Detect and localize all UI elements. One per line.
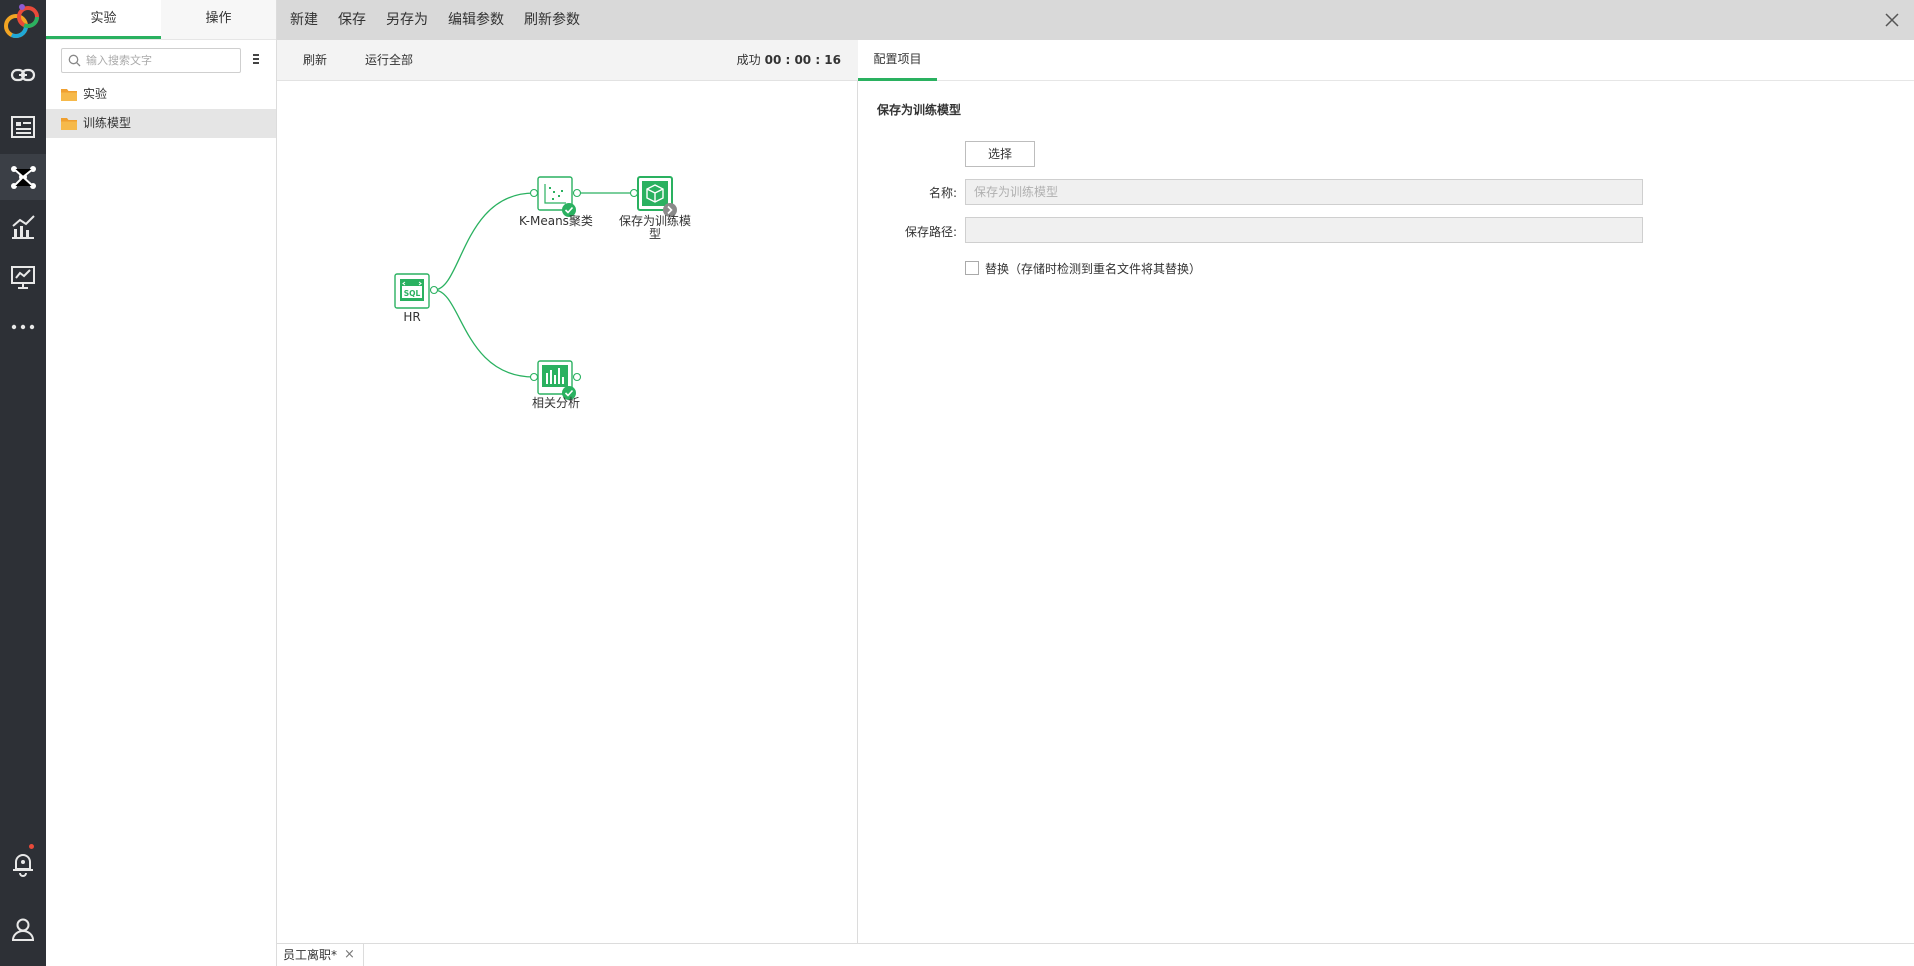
menu-save-as[interactable]: 另存为 (386, 0, 428, 40)
bar-chart-icon (542, 365, 568, 387)
folder-icon (61, 118, 77, 130)
link-icon[interactable] (0, 52, 46, 98)
more-icon[interactable] (0, 304, 46, 350)
run-all-button[interactable]: 运行全部 (365, 40, 413, 80)
flow-node-label-kmeans: K-Means聚类 (519, 214, 593, 228)
experiment-tree-panel: 实验 操作 实验 训练模型 (46, 0, 277, 966)
presentation-icon[interactable] (0, 254, 46, 300)
document-tab-label: 员工离职* (283, 948, 338, 962)
tree-node-train-model[interactable]: 训练模型 (46, 109, 276, 138)
tree-node-label: 训练模型 (83, 116, 132, 130)
path-label: 保存路径: (904, 225, 957, 239)
run-status: 成功 00 : 00 : 16 (737, 40, 841, 80)
run-status-label: 成功 (736, 53, 761, 67)
tree-node-label: 实验 (83, 87, 108, 101)
tab-operation[interactable]: 操作 (161, 0, 276, 39)
flow-node-kmeans[interactable] (529, 176, 582, 217)
document-tab-close-icon[interactable]: × (344, 944, 355, 966)
cube-icon (642, 181, 668, 206)
edge-hr-corr (433, 289, 535, 378)
refresh-button[interactable]: 刷新 (303, 40, 327, 80)
network-icon[interactable] (0, 154, 46, 200)
tree-menu-icon[interactable] (251, 52, 261, 68)
folder-icon (61, 89, 77, 101)
canvas-toolbar: 刷新 运行全部 成功 00 : 00 : 16 (277, 40, 858, 81)
nav-rail (0, 0, 46, 966)
replace-label: 替换（存储时检测到重名文件将其替换） (985, 262, 1202, 276)
flow-node-label-correlation: 相关分析 (531, 396, 580, 410)
menu-edit-params[interactable]: 编辑参数 (448, 0, 504, 40)
flow-node-label-line: 型 (648, 227, 661, 241)
select-button[interactable]: 选择 (965, 141, 1035, 167)
name-label: 名称: (928, 186, 957, 200)
user-icon[interactable] (0, 906, 46, 952)
flow-node-label-save-model: 保存为训练模 型 (610, 215, 700, 241)
chart-icon[interactable] (0, 204, 46, 250)
menu-save[interactable]: 保存 (338, 0, 366, 40)
flow-canvas[interactable]: SQL HR K-Means聚类 保存为训练模 型 相关分析 (277, 81, 858, 943)
close-icon[interactable] (1884, 12, 1900, 28)
name-field[interactable] (965, 179, 1643, 205)
config-section-title: 保存为训练模型 (877, 103, 962, 117)
search-input[interactable] (86, 51, 236, 70)
menu-refresh-params[interactable]: 刷新参数 (524, 0, 580, 40)
config-tabs: 配置项目 (858, 40, 1914, 81)
run-status-time: 00 : 00 : 16 (764, 53, 841, 67)
tree-tabs: 实验 操作 (46, 0, 276, 40)
flow-node-hr[interactable]: SQL (394, 273, 439, 309)
path-field[interactable] (965, 217, 1643, 243)
flow-node-label-hr: HR (403, 310, 421, 324)
search-icon (68, 54, 81, 67)
menubar: 新建 保存 另存为 编辑参数 刷新参数 (277, 0, 1914, 40)
tab-config-items[interactable]: 配置项目 (858, 40, 937, 81)
sql-icon: SQL (400, 279, 424, 301)
document-tabbar: 员工离职* × (277, 943, 1914, 966)
svg-text:SQL: SQL (404, 289, 421, 298)
flow-node-correlation[interactable] (529, 360, 582, 400)
flow-node-save-model[interactable] (629, 176, 678, 217)
bell-icon[interactable] (0, 840, 46, 886)
tree-node-experiment[interactable]: 实验 (46, 80, 276, 109)
search-box (61, 48, 241, 73)
config-panel: 保存为训练模型 选择 名称: 保存路径: 替换（存储时检测到重名文件将其替换） (858, 81, 1914, 943)
edge-hr-kmeans (433, 192, 535, 291)
dataset-icon[interactable] (0, 104, 46, 150)
notification-badge (29, 844, 34, 849)
tab-experiment[interactable]: 实验 (46, 0, 161, 39)
flow-diagram: SQL (394, 176, 678, 400)
menu-new[interactable]: 新建 (290, 0, 318, 40)
replace-checkbox[interactable] (965, 261, 979, 275)
app-logo (0, 0, 46, 46)
